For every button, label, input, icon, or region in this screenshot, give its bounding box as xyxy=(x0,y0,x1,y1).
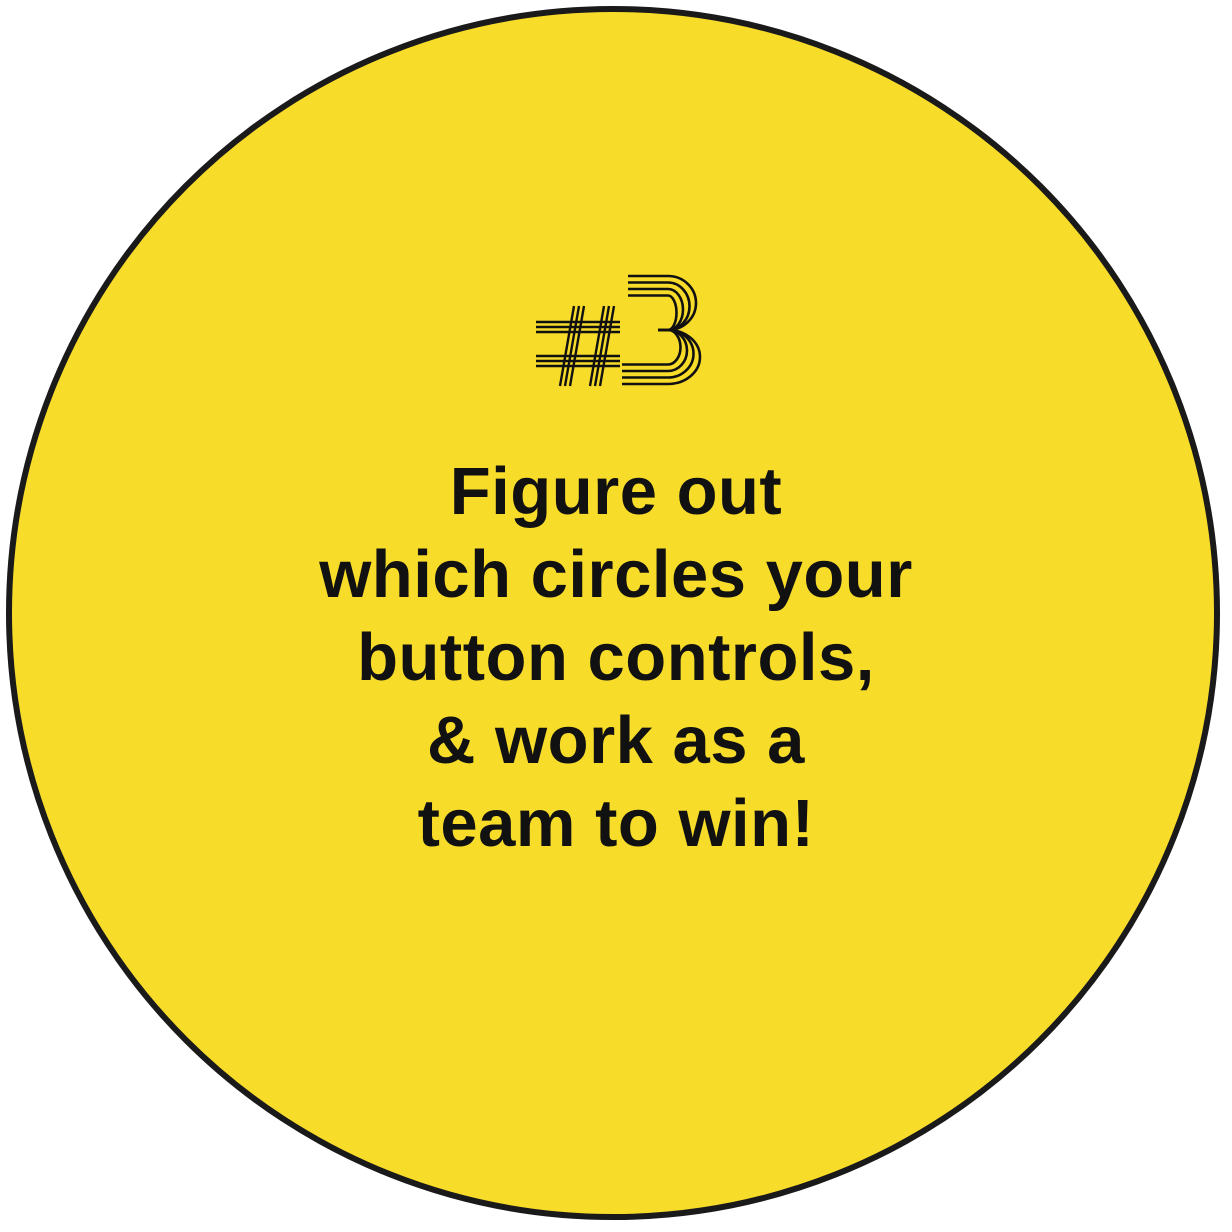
instruction-line: button controls, xyxy=(357,620,875,695)
hash-symbol xyxy=(536,305,620,387)
instruction-line: & work as a xyxy=(427,703,805,778)
digit-three xyxy=(622,274,702,386)
instruction-line: which circles your xyxy=(319,537,913,612)
badge-stripe xyxy=(628,294,678,332)
instruction-text: Figure out which circles your button con… xyxy=(216,450,1016,865)
badge-stripe xyxy=(622,328,682,366)
instruction-line: Figure out xyxy=(449,454,783,529)
instruction-line: team to win! xyxy=(417,786,815,861)
instruction-card: Figure out which circles your button con… xyxy=(0,0,1232,1232)
hash-three-icon xyxy=(536,274,702,387)
